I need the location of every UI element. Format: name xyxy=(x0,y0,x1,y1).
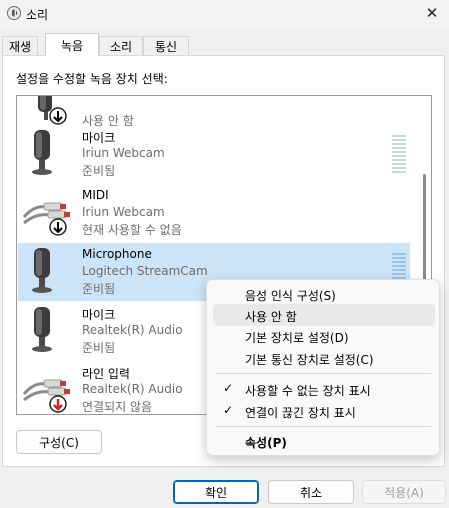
microphone-icon xyxy=(32,130,52,175)
cancel-label: 취소 xyxy=(299,485,323,500)
tab-playback[interactable]: 재생 xyxy=(2,36,38,55)
tab-sounds[interactable]: 소리 xyxy=(99,36,143,55)
device-status: 현재 사용할 수 없음 xyxy=(82,223,182,237)
level-meter xyxy=(392,135,406,175)
tab-communications[interactable]: 통신 xyxy=(143,36,189,55)
menu-item-properties[interactable]: 속성(P) xyxy=(213,430,435,452)
tab-label: 재생 xyxy=(8,39,32,54)
configure-button[interactable]: 구성(C) xyxy=(16,430,102,454)
device-name: MIDI xyxy=(82,188,109,202)
device-status: 준비됨 xyxy=(82,164,116,178)
window-title: 소리 xyxy=(26,8,49,22)
tab-label: 소리 xyxy=(109,39,133,54)
menu-separator xyxy=(215,373,431,374)
tab-label: 통신 xyxy=(154,39,178,54)
menu-item-label: 음성 인식 구성(S) xyxy=(245,289,336,303)
device-name: 마이크 xyxy=(82,131,116,145)
line-in-icon xyxy=(22,202,70,236)
context-menu: 음성 인식 구성(S) 사용 안 함 기본 장치로 설정(D) 기본 통신 장치… xyxy=(206,279,440,456)
tab-recording[interactable]: 녹음 xyxy=(45,33,99,56)
line-in-icon xyxy=(22,379,70,413)
menu-item-label: 사용할 수 없는 장치 표시 xyxy=(245,384,371,398)
title-bar: 소리 ✕ xyxy=(0,0,449,28)
ok-button[interactable]: 확인 xyxy=(173,480,259,504)
device-status: 연결되지 않음 xyxy=(82,400,153,414)
menu-item-label: 기본 장치로 설정(D) xyxy=(245,331,349,345)
menu-item-show-disabled[interactable]: ✓ 사용할 수 없는 장치 표시 xyxy=(213,378,435,400)
menu-item-label: 연결이 끊긴 장치 표시 xyxy=(245,406,356,420)
ok-label: 확인 xyxy=(204,485,228,500)
menu-item-show-disconnected[interactable]: ✓ 연결이 끊긴 장치 표시 xyxy=(213,400,435,422)
menu-item-speech-recognition[interactable]: 음성 인식 구성(S) xyxy=(213,283,435,305)
speaker-icon xyxy=(7,6,21,20)
check-icon: ✓ xyxy=(223,381,234,395)
menu-item-label: 사용 안 함 xyxy=(245,310,297,324)
device-driver: Realtek(R) Audio xyxy=(82,323,183,337)
instruction-label: 설정을 수정할 녹음 장치 선택: xyxy=(16,72,168,86)
list-item[interactable]: 마이크 Iriun Webcam 준비됨 xyxy=(18,125,410,183)
menu-separator xyxy=(215,426,431,427)
menu-item-label: 기본 통신 장치로 설정(C) xyxy=(245,353,374,367)
apply-button[interactable]: 적용(A) xyxy=(362,480,446,504)
device-name: 라인 입력 xyxy=(82,367,130,381)
tab-label: 녹음 xyxy=(60,38,84,53)
microphone-icon xyxy=(32,248,52,293)
menu-item-set-default[interactable]: 기본 장치로 설정(D) xyxy=(213,325,435,347)
device-name: 마이크 xyxy=(82,308,116,322)
device-driver: Logitech StreamCam xyxy=(82,264,208,278)
microphone-icon xyxy=(32,307,52,352)
device-status: 준비됨 xyxy=(82,341,116,355)
device-driver: Realtek(R) Audio xyxy=(82,382,183,396)
configure-label: 구성(C) xyxy=(39,435,79,450)
close-button[interactable]: ✕ xyxy=(415,0,449,26)
list-item[interactable]: MIDI Iriun Webcam 현재 사용할 수 없음 xyxy=(18,184,410,242)
apply-label: 적용(A) xyxy=(384,485,424,500)
device-status: 준비됨 xyxy=(82,282,116,296)
check-icon: ✓ xyxy=(223,403,234,417)
device-driver: Iriun Webcam xyxy=(82,205,165,219)
menu-item-label: 속성(P) xyxy=(245,436,287,450)
menu-item-set-default-communication[interactable]: 기본 통신 장치로 설정(C) xyxy=(213,347,435,369)
device-driver: Iriun Webcam xyxy=(82,146,165,160)
cancel-button[interactable]: 취소 xyxy=(268,480,354,504)
close-icon: ✕ xyxy=(425,4,439,22)
device-name: Microphone xyxy=(82,247,152,261)
menu-item-disable[interactable]: 사용 안 함 xyxy=(213,304,435,326)
